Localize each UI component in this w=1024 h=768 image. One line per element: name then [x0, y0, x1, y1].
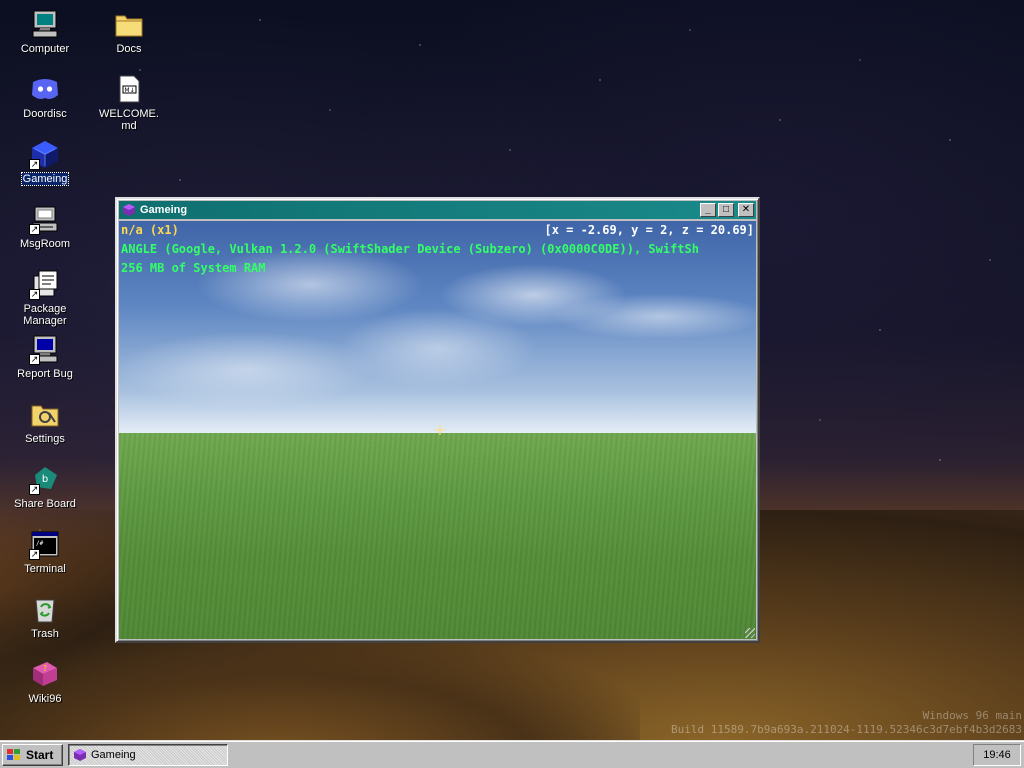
- desktop-icon-package-manager[interactable]: ↗ Package Manager: [8, 268, 82, 327]
- share-board-icon: b ↗: [29, 463, 61, 495]
- desktop-icon-report-bug[interactable]: ↗ Report Bug: [8, 333, 82, 380]
- svg-text:/#: /#: [36, 540, 44, 547]
- folder-icon: [113, 8, 145, 40]
- hud-renderer: ANGLE (Google, Vulkan 1.2.0 (SwiftShader…: [121, 242, 699, 256]
- desktop-icon-label: Trash: [31, 628, 59, 640]
- desktop-icon-computer[interactable]: Computer: [8, 8, 82, 55]
- taskbar: Start Gameing 19:46: [0, 740, 1024, 768]
- hud-memory: 256 MB of System RAM: [121, 261, 266, 275]
- clock[interactable]: 19:46: [983, 749, 1011, 761]
- start-button[interactable]: Start: [2, 744, 63, 766]
- desktop-icon-label: Settings: [25, 433, 65, 445]
- wallpaper-hill-foreground: [0, 640, 640, 740]
- desktop-icon-label: Terminal: [24, 563, 66, 575]
- desktop-icon-label: Docs: [116, 43, 142, 55]
- terminal-icon: /# ↗: [29, 528, 61, 560]
- gameing-icon: [74, 749, 86, 761]
- desktop-icon-label: Share Board: [14, 498, 76, 510]
- window-title: Gameing: [140, 204, 188, 216]
- desktop-icon-label: MsgRoom: [19, 238, 71, 250]
- markdown-file-icon: M↓: [113, 73, 145, 105]
- shortcut-arrow-icon: ↗: [29, 354, 40, 365]
- game-viewport[interactable]: n/a (x1) [x = -2.69, y = 2, z = 20.69] A…: [119, 221, 756, 639]
- game-ground: [119, 433, 756, 639]
- maximize-icon: □: [722, 204, 730, 215]
- desktop-icon-label: Doordisc: [23, 108, 67, 120]
- close-button[interactable]: ✕: [738, 203, 754, 217]
- desktop-icon-label: WELCOME.md: [99, 108, 159, 132]
- build-watermark-line2: Build 11589.7b9a693a.211024-1119.52346c3…: [671, 723, 1022, 736]
- window-titlebar[interactable]: Gameing _ □ ✕: [119, 201, 756, 219]
- desktop-icon-gameing[interactable]: ↗ Gameing: [8, 138, 82, 186]
- desktop-icon-share-board[interactable]: b ↗ Share Board: [8, 463, 82, 510]
- package-manager-icon: ↗: [29, 268, 61, 300]
- desktop-icon-label: Computer: [20, 43, 70, 55]
- doordisc-icon: [29, 73, 61, 105]
- shortcut-arrow-icon: ↗: [29, 159, 40, 170]
- shortcut-arrow-icon: ↗: [29, 224, 40, 235]
- desktop-icon-docs[interactable]: Docs: [92, 8, 166, 55]
- gameing-icon: [123, 204, 135, 216]
- minimize-button[interactable]: _: [700, 203, 716, 217]
- desktop-icon-doordisc[interactable]: Doordisc: [8, 73, 82, 120]
- hud-coordinates: [x = -2.69, y = 2, z = 20.69]: [544, 223, 754, 237]
- crosshair-icon: [435, 425, 445, 435]
- desktop-icon-label: Wiki96: [28, 693, 62, 705]
- svg-text:b: b: [42, 474, 48, 485]
- gameing-window[interactable]: Gameing _ □ ✕ n/a (x1) [x = -2.69, y = 2…: [115, 197, 760, 643]
- settings-icon: [29, 398, 61, 430]
- maximize-button[interactable]: □: [718, 203, 734, 217]
- desktop-icon-label: Report Bug: [17, 368, 73, 380]
- computer-icon: [29, 8, 61, 40]
- system-tray: 19:46: [973, 744, 1021, 766]
- msgroom-icon: ↗: [29, 203, 61, 235]
- desktop-icon-wiki96[interactable]: ? Wiki96: [8, 658, 82, 705]
- desktop-icon-msgroom[interactable]: ↗ MsgRoom: [8, 203, 82, 250]
- build-watermark-line1: Windows 96 main: [922, 709, 1022, 722]
- hud-fps: n/a (x1): [121, 223, 179, 237]
- minimize-icon: _: [705, 204, 711, 215]
- desktop-icon-settings[interactable]: Settings: [8, 398, 82, 445]
- report-bug-icon: ↗: [29, 333, 61, 365]
- desktop-icon-terminal[interactable]: /# ↗ Terminal: [8, 528, 82, 575]
- shortcut-arrow-icon: ↗: [29, 549, 40, 560]
- windows-logo-icon: [7, 749, 20, 760]
- desktop-icon-label: Gameing: [20, 172, 70, 186]
- desktop-icon-label: Package Manager: [23, 303, 67, 327]
- shortcut-arrow-icon: ↗: [29, 484, 40, 495]
- resize-grip[interactable]: [745, 628, 755, 638]
- gameing-icon: ↗: [29, 138, 61, 170]
- desktop-icon-welcome-md[interactable]: M↓ WELCOME.md: [92, 73, 166, 132]
- wiki96-icon: ?: [29, 658, 61, 690]
- trash-icon: [29, 593, 61, 625]
- desktop-icon-trash[interactable]: Trash: [8, 593, 82, 640]
- close-icon: ✕: [741, 204, 751, 215]
- taskbar-item-label: Gameing: [91, 749, 136, 761]
- svg-text:M↓: M↓: [124, 87, 134, 94]
- svg-text:?: ?: [43, 664, 47, 673]
- taskbar-item-gameing[interactable]: Gameing: [68, 744, 228, 766]
- start-label: Start: [26, 748, 54, 762]
- shortcut-arrow-icon: ↗: [29, 289, 40, 300]
